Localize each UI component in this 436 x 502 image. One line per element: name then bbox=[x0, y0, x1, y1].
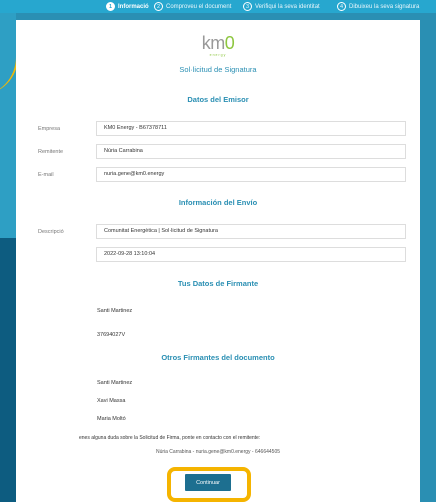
stepper-bar: 1 Informació 2 Comproveu el document 3 V… bbox=[0, 0, 436, 13]
signer-heading: Tus Datos de Firmante bbox=[177, 279, 259, 288]
sender-field: Núria Carrabina bbox=[96, 144, 406, 159]
step-4[interactable]: 4 Dibuixeu la seva signatura bbox=[337, 1, 419, 12]
contact-info: Núria Carrabina - nuria.gene@km0.energy … bbox=[155, 449, 281, 455]
company-label: Empresa bbox=[38, 126, 61, 132]
continue-button[interactable]: Continuar bbox=[185, 474, 231, 491]
other-signer-1: Santi Martinez bbox=[97, 380, 133, 386]
company-logo: km0 bbox=[201, 33, 235, 53]
step-2[interactable]: 2 Comproveu el document bbox=[154, 1, 231, 12]
shipment-heading: Información del Envío bbox=[178, 198, 258, 207]
step-3[interactable]: 3 Verifiqui la seva identitat bbox=[243, 1, 320, 12]
issuer-heading: Datos del Emisor bbox=[187, 95, 249, 104]
signer-id-field: 37694027V bbox=[97, 332, 126, 338]
step-1[interactable]: 1 Informació bbox=[106, 1, 149, 12]
step-3-number: 3 bbox=[243, 2, 252, 11]
other-signers-heading: Otros Firmantes del documento bbox=[161, 353, 275, 362]
description-label: Descripció bbox=[38, 229, 64, 235]
company-field: KM0 Energy - B67378711 bbox=[96, 121, 406, 136]
date-field: 2022-09-28 13:10:04 bbox=[96, 247, 406, 262]
email-field: nuria.gene@km0.energy bbox=[96, 167, 406, 182]
step-4-label: Dibuixeu la seva signatura bbox=[349, 3, 420, 10]
sender-label: Remitente bbox=[38, 149, 64, 155]
other-signer-3: Maria Moltó bbox=[97, 416, 126, 422]
email-label: E-mail bbox=[38, 172, 54, 178]
step-1-label: Informació bbox=[118, 3, 149, 10]
contact-note: enes alguna duda sobre la Solicitud de F… bbox=[79, 435, 261, 441]
step-2-label: Comproveu el document bbox=[166, 3, 232, 10]
page-title: Sol·licitud de Signatura bbox=[179, 65, 257, 74]
step-4-number: 4 bbox=[337, 2, 346, 11]
step-1-number: 1 bbox=[106, 2, 115, 11]
step-2-number: 2 bbox=[154, 2, 163, 11]
signature-request-card: km0 energy Sol·licitud de Signatura Dato… bbox=[16, 20, 420, 502]
step-3-label: Verifiqui la seva identitat bbox=[255, 3, 320, 10]
background-strip-right bbox=[420, 13, 436, 502]
logo-subtitle: energy bbox=[209, 53, 227, 57]
signer-name-field: Santi Martinez bbox=[97, 308, 133, 314]
description-field: Comunitat Energètica | Sol·licitud de Si… bbox=[96, 224, 406, 239]
other-signer-2: Xavi Massa bbox=[97, 398, 126, 404]
